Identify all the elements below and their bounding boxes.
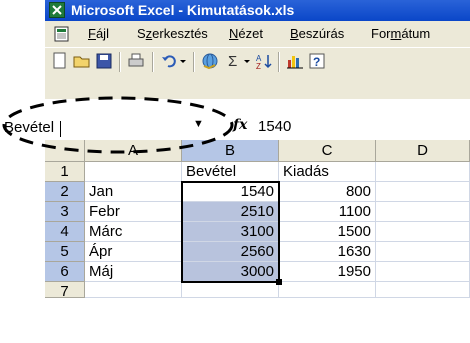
row-header[interactable]: 1 xyxy=(45,162,85,182)
row-header[interactable]: 6 xyxy=(45,262,85,282)
print-icon[interactable] xyxy=(127,52,145,70)
cell-a1[interactable] xyxy=(85,162,182,182)
svg-text:?: ? xyxy=(313,55,320,69)
cell-a6[interactable]: Máj xyxy=(85,262,182,282)
open-icon[interactable] xyxy=(73,52,91,70)
fill-handle[interactable] xyxy=(276,279,282,285)
menu-edit[interactable]: Szerkesztés xyxy=(137,26,208,41)
cell-d6[interactable] xyxy=(376,262,470,282)
cell-c4[interactable]: 1500 xyxy=(279,222,376,242)
cell-d5[interactable] xyxy=(376,242,470,262)
column-header-c[interactable]: C xyxy=(279,140,376,162)
cell-a4[interactable]: Márc xyxy=(85,222,182,242)
row-header[interactable]: 2 xyxy=(45,182,85,202)
new-icon[interactable] xyxy=(51,52,69,70)
undo-icon[interactable] xyxy=(160,52,178,70)
excel-app-icon[interactable] xyxy=(49,2,65,18)
cell-c1[interactable]: Kiadás xyxy=(279,162,376,182)
cell-c7[interactable] xyxy=(279,282,376,298)
cell-b7[interactable] xyxy=(182,282,279,298)
cell-b1[interactable]: Bevétel xyxy=(182,162,279,182)
row-header[interactable]: 5 xyxy=(45,242,85,262)
row-header[interactable]: 3 xyxy=(45,202,85,222)
chart-wizard-icon[interactable] xyxy=(286,52,304,70)
selection-border xyxy=(181,181,280,283)
autosum-dropdown-icon[interactable] xyxy=(242,52,252,70)
cell-a2[interactable]: Jan xyxy=(85,182,182,202)
cell-d7[interactable] xyxy=(376,282,470,298)
svg-text:Σ: Σ xyxy=(228,53,237,70)
row-header[interactable]: 4 xyxy=(45,222,85,242)
cell-d1[interactable] xyxy=(376,162,470,182)
help-icon[interactable]: ? xyxy=(308,52,326,70)
document-icon[interactable] xyxy=(53,25,71,43)
cell-c6[interactable]: 1950 xyxy=(279,262,376,282)
window-title: Microsoft Excel - Kimutatások.xls xyxy=(71,2,295,18)
cell-d2[interactable] xyxy=(376,182,470,202)
cell-d4[interactable] xyxy=(376,222,470,242)
svg-text:Z: Z xyxy=(256,62,261,70)
toolbar-separator xyxy=(152,52,154,72)
cell-a5[interactable]: Ápr xyxy=(85,242,182,262)
title-bar: Microsoft Excel - Kimutatások.xls xyxy=(45,0,470,21)
menu-format[interactable]: Formátum xyxy=(371,26,430,41)
cell-d3[interactable] xyxy=(376,202,470,222)
undo-dropdown-icon[interactable] xyxy=(178,52,188,70)
column-header-d[interactable]: D xyxy=(376,140,470,162)
cell-a3[interactable]: Febr xyxy=(85,202,182,222)
row-header[interactable]: 7 xyxy=(45,282,85,300)
formula-input[interactable]: 1540 xyxy=(258,118,291,135)
save-icon[interactable] xyxy=(95,52,113,70)
menu-insert[interactable]: Beszúrás xyxy=(290,26,344,41)
toolbar-separator xyxy=(278,52,280,72)
cell-c2[interactable]: 800 xyxy=(279,182,376,202)
menu-view[interactable]: Nézet xyxy=(229,26,263,41)
hyperlink-icon[interactable] xyxy=(201,52,219,70)
annotation-oval xyxy=(2,96,234,154)
toolbar-separator xyxy=(193,52,195,72)
cell-a7[interactable] xyxy=(85,282,182,298)
cell-c5[interactable]: 1630 xyxy=(279,242,376,262)
toolbar-separator xyxy=(119,52,121,72)
cell-c3[interactable]: 1100 xyxy=(279,202,376,222)
standard-toolbar: Σ AZ ? xyxy=(45,47,470,76)
autosum-icon[interactable]: Σ xyxy=(225,52,243,70)
menu-bar: Fájl Szerkesztés Nézet Beszúrás Formátum xyxy=(45,21,470,47)
menu-file[interactable]: Fájl xyxy=(88,26,109,41)
sort-ascending-icon[interactable]: AZ xyxy=(255,52,273,71)
